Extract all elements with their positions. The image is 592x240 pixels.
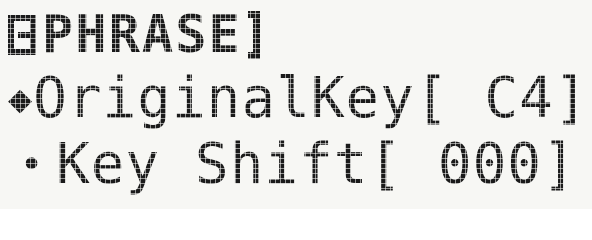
row-label: Key Shift — [56, 132, 369, 197]
row-value: [ 000] — [368, 132, 577, 197]
lcd-row-key-shift[interactable]: • Key Shift [ 000] — [8, 132, 584, 198]
row-value: [ C4] — [414, 66, 589, 131]
title-end-bracket-icon — [247, 11, 260, 59]
lcd-row-original-key[interactable]: ◆ OriginalKey [ C4] — [8, 66, 588, 132]
selected-marker-icon: ◆ — [8, 76, 34, 122]
row-label: OriginalKey — [33, 66, 415, 131]
unselected-marker-icon: • — [19, 142, 45, 188]
lcd-title: PHRASE — [42, 5, 242, 65]
lcd-display: PHRASE ◆ OriginalKey [ C4] • Key Shift [… — [0, 0, 592, 209]
menu-bracket-icon — [8, 15, 36, 55]
lcd-header: PHRASE — [8, 4, 584, 66]
